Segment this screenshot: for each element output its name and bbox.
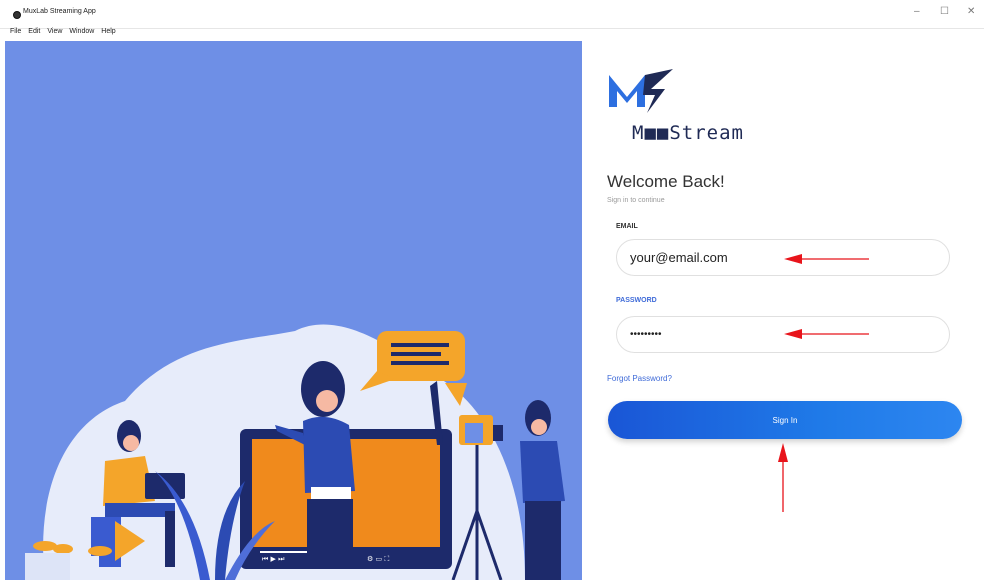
forgot-password-link[interactable]: Forgot Password?	[607, 374, 672, 383]
close-button[interactable]: ✕	[967, 6, 975, 17]
app-icon	[13, 11, 21, 19]
signin-arrow-head	[778, 443, 788, 462]
window-titlebar: MuxLab Streaming App – ☐ ✕	[0, 0, 984, 29]
minimize-button[interactable]: –	[914, 6, 920, 17]
svg-text:⚙ ▭ ⛶: ⚙ ▭ ⛶	[367, 555, 389, 563]
svg-text:⏮ ▶ ⏭: ⏮ ▶ ⏭	[262, 555, 285, 563]
menu-edit[interactable]: Edit	[28, 28, 40, 35]
menu-window[interactable]: Window	[69, 28, 94, 35]
window-title: MuxLab Streaming App	[23, 8, 96, 15]
welcome-subheading: Sign in to continue	[607, 197, 665, 204]
email-field[interactable]	[616, 239, 950, 276]
camera-operator-figure	[520, 400, 565, 580]
email-label: EMAIL	[616, 223, 638, 230]
streaming-illustration: ⏮ ▶ ⏭ ⚙ ▭ ⛶	[25, 324, 565, 580]
menu-bar: File Edit View Window Help	[10, 28, 116, 35]
password-label: PASSWORD	[616, 297, 657, 304]
coins-icon	[25, 541, 112, 580]
brand-name: M■■Stream	[632, 122, 744, 144]
sign-in-button[interactable]: Sign In	[608, 401, 962, 439]
menu-view[interactable]: View	[47, 28, 62, 35]
welcome-heading: Welcome Back!	[607, 172, 725, 191]
password-field[interactable]	[616, 316, 950, 353]
maximize-button[interactable]: ☐	[940, 6, 949, 17]
menu-file[interactable]: File	[10, 28, 21, 35]
hero-illustration: ⏮ ▶ ⏭ ⚙ ▭ ⛶	[5, 41, 582, 580]
menu-help[interactable]: Help	[101, 28, 115, 35]
